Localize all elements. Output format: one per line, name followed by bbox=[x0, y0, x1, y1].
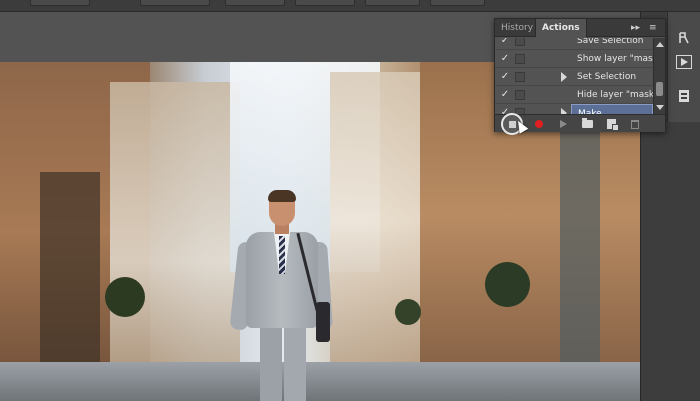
scroll-thumb[interactable] bbox=[656, 82, 663, 96]
plant-left bbox=[105, 277, 145, 317]
options-field[interactable] bbox=[140, 0, 210, 6]
scroll-down-icon[interactable] bbox=[656, 105, 664, 110]
options-field[interactable] bbox=[365, 0, 420, 6]
history-brush-icon[interactable] bbox=[672, 28, 696, 48]
delete-button[interactable] bbox=[627, 117, 643, 131]
collapse-panel-icon[interactable]: ▸▸ bbox=[631, 19, 640, 37]
new-item-icon bbox=[606, 119, 619, 131]
play-icon bbox=[559, 120, 567, 128]
record-button[interactable] bbox=[531, 117, 547, 131]
glass-door-right bbox=[560, 122, 600, 382]
action-row-selected[interactable]: ✓ Make bbox=[495, 104, 653, 114]
action-row[interactable]: ✓ Save Selection bbox=[495, 38, 653, 50]
action-label: Hide layer "mask... bbox=[577, 90, 653, 100]
toggle-item-check[interactable]: ✓ bbox=[500, 38, 510, 47]
panel-tab-bar: History Actions ▸▸ ≡ bbox=[495, 19, 665, 37]
options-bar bbox=[0, 0, 700, 12]
action-row[interactable]: ✓ Set Selection bbox=[495, 68, 653, 86]
actions-scrollbar[interactable] bbox=[653, 38, 665, 114]
toggle-item-check[interactable]: ✓ bbox=[500, 89, 510, 101]
action-row[interactable]: ✓ Show layer "mas... bbox=[495, 50, 653, 68]
tie bbox=[279, 236, 285, 274]
new-set-button[interactable] bbox=[579, 117, 595, 131]
toggle-item-check[interactable]: ✓ bbox=[500, 53, 510, 65]
tab-actions[interactable]: Actions bbox=[535, 19, 587, 37]
action-label: Show layer "mas... bbox=[577, 54, 653, 64]
plant-right bbox=[485, 262, 530, 307]
folder-icon bbox=[581, 118, 593, 128]
toggle-dialog-box[interactable] bbox=[515, 90, 525, 100]
action-label: Make bbox=[571, 104, 653, 114]
new-action-button[interactable] bbox=[603, 117, 619, 131]
scroll-up-icon[interactable] bbox=[656, 42, 664, 47]
record-icon bbox=[535, 120, 543, 128]
play-selection-button[interactable] bbox=[555, 117, 571, 131]
actions-panel: History Actions ▸▸ ≡ ✓ Save Selection ✓ … bbox=[494, 18, 666, 135]
toggle-dialog-box[interactable] bbox=[515, 38, 525, 46]
options-field[interactable] bbox=[430, 0, 485, 6]
play-action-icon[interactable] bbox=[672, 52, 696, 72]
plant-middle bbox=[395, 299, 421, 325]
expand-triangle-icon[interactable] bbox=[561, 72, 567, 82]
hair bbox=[268, 190, 296, 202]
toggle-item-check[interactable]: ✓ bbox=[500, 71, 510, 83]
tab-history[interactable]: History bbox=[495, 19, 539, 37]
options-field[interactable] bbox=[30, 0, 90, 6]
doorway-left bbox=[40, 172, 100, 372]
photoshop-workspace: History Actions ▸▸ ≡ ✓ Save Selection ✓ … bbox=[0, 0, 700, 401]
building-left-far bbox=[110, 82, 240, 382]
leg-right bbox=[284, 326, 306, 401]
toggle-dialog-box[interactable] bbox=[515, 72, 525, 82]
panel-menu-icon[interactable]: ≡ bbox=[649, 19, 657, 37]
actions-list: ✓ Save Selection ✓ Show layer "mas... ✓ … bbox=[495, 38, 653, 114]
options-field[interactable] bbox=[295, 0, 355, 6]
trash-icon bbox=[631, 119, 639, 129]
bag bbox=[316, 302, 330, 342]
properties-icon[interactable] bbox=[672, 86, 696, 106]
toggle-dialog-box[interactable] bbox=[515, 54, 525, 64]
leg-left bbox=[260, 326, 282, 401]
action-label: Set Selection bbox=[577, 72, 637, 82]
options-field[interactable] bbox=[225, 0, 285, 6]
action-row[interactable]: ✓ Hide layer "mask... bbox=[495, 86, 653, 104]
businessman-figure bbox=[229, 190, 342, 401]
action-label: Save Selection bbox=[577, 38, 644, 46]
